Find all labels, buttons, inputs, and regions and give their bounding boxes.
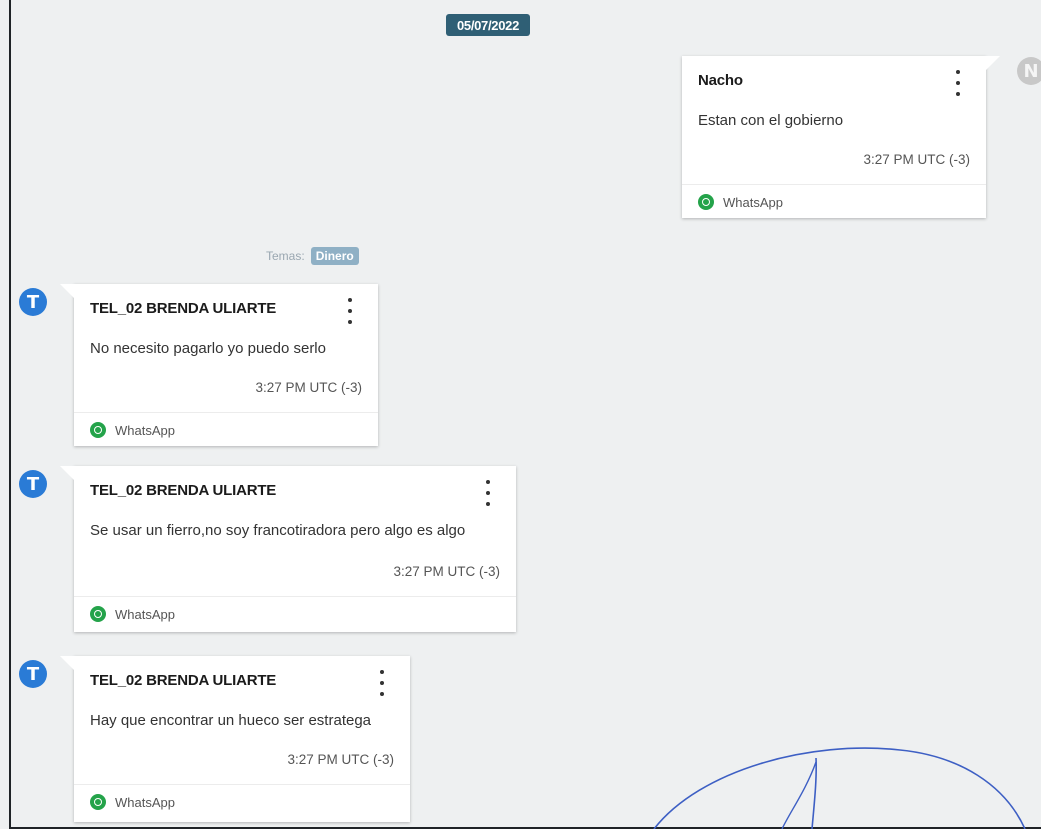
message-source: WhatsApp xyxy=(90,794,175,810)
message-sender: TEL_02 BRENDA ULIARTE xyxy=(90,672,277,689)
message-source: WhatsApp xyxy=(90,606,175,622)
more-options-icon[interactable] xyxy=(483,480,493,506)
left-border xyxy=(9,0,11,829)
message-text: Se usar un fierro,no soy francotiradora … xyxy=(90,522,466,539)
bubble-notch xyxy=(60,656,74,670)
whatsapp-icon xyxy=(90,422,106,438)
bubble-notch xyxy=(60,466,74,480)
message-sender: TEL_02 BRENDA ULIARTE xyxy=(90,482,277,499)
message-time: 3:27 PM UTC (-3) xyxy=(863,152,970,167)
topics-label: Temas: xyxy=(266,249,305,263)
source-label: WhatsApp xyxy=(115,606,175,622)
divider xyxy=(74,412,378,413)
more-options-icon[interactable] xyxy=(345,298,355,324)
message-card-brenda: TEL_02 BRENDA ULIARTE No necesito pagarl… xyxy=(60,284,378,446)
message-card-nacho: Nacho Estan con el gobierno 3:27 PM UTC … xyxy=(682,56,1000,218)
avatar-brenda: T xyxy=(19,470,47,498)
whatsapp-icon xyxy=(90,794,106,810)
source-label: WhatsApp xyxy=(115,794,175,810)
date-badge: 05/07/2022 xyxy=(446,14,530,36)
message-source: WhatsApp xyxy=(90,422,175,438)
message-source: WhatsApp xyxy=(698,194,783,210)
message-card-brenda: TEL_02 BRENDA ULIARTE Se usar un fierro,… xyxy=(60,466,516,632)
divider xyxy=(682,184,986,185)
message-text: No necesito pagarlo yo puedo serlo xyxy=(90,340,326,357)
avatar-brenda: T xyxy=(19,288,47,316)
handwritten-signature xyxy=(653,747,1026,829)
more-options-icon[interactable] xyxy=(377,670,387,696)
divider xyxy=(74,596,516,597)
message-time: 3:27 PM UTC (-3) xyxy=(255,380,362,395)
message-card-brenda: TEL_02 BRENDA ULIARTE Hay que encontrar … xyxy=(60,656,410,822)
topics-row: Temas: Dinero xyxy=(266,247,359,265)
message-sender: Nacho xyxy=(698,72,743,89)
source-label: WhatsApp xyxy=(115,422,175,438)
source-label: WhatsApp xyxy=(723,194,783,210)
bubble-notch xyxy=(60,284,74,298)
message-text: Estan con el gobierno xyxy=(698,112,844,129)
more-options-icon[interactable] xyxy=(953,70,963,96)
message-time: 3:27 PM UTC (-3) xyxy=(393,564,500,579)
bubble-notch xyxy=(986,56,1000,70)
avatar-brenda: T xyxy=(19,660,47,688)
message-sender: TEL_02 BRENDA ULIARTE xyxy=(90,300,277,317)
topic-badge: Dinero xyxy=(310,247,359,265)
message-time: 3:27 PM UTC (-3) xyxy=(287,752,394,767)
whatsapp-icon xyxy=(698,194,714,210)
whatsapp-icon xyxy=(90,606,106,622)
avatar-nacho: N xyxy=(1017,57,1041,85)
divider xyxy=(74,784,410,785)
message-text: Hay que encontrar un hueco ser estratega xyxy=(90,712,372,729)
